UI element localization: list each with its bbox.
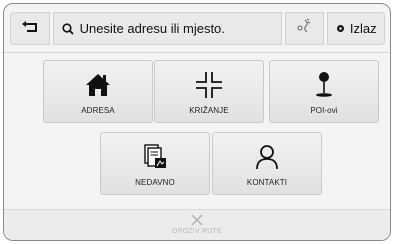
nedavno-label: NEDAVNO xyxy=(135,178,175,187)
cancel-route-button[interactable]: OPOZIV RUTE xyxy=(4,209,390,240)
house-icon xyxy=(85,70,111,100)
krizanje-button[interactable]: KRIŽANJE xyxy=(154,60,264,123)
back-button[interactable] xyxy=(10,12,50,45)
exit-label: Izlaz xyxy=(349,21,377,36)
kontakti-button[interactable]: KONTAKTI xyxy=(212,132,322,195)
search-placeholder: Unesite adresu ili mjesto. xyxy=(79,21,225,36)
return-arrow-icon xyxy=(21,20,39,38)
poi-label: POI-ovi xyxy=(310,106,338,115)
adresa-button[interactable]: ADRESA xyxy=(43,60,153,123)
poi-pin-icon xyxy=(314,70,334,100)
contact-person-icon xyxy=(255,142,279,172)
voice-button[interactable] xyxy=(284,12,325,45)
close-icon xyxy=(191,214,203,226)
navigation-destination-screen: Unesite adresu ili mjesto. Izlaz ADRESA … xyxy=(3,3,391,241)
exit-dot-icon xyxy=(336,24,345,33)
intersection-icon xyxy=(195,70,223,100)
voice-route-icon xyxy=(296,18,314,39)
poi-button[interactable]: POI-ovi xyxy=(269,60,379,123)
exit-button[interactable]: Izlaz xyxy=(327,12,385,45)
krizanje-label: KRIŽANJE xyxy=(189,106,229,115)
header-divider xyxy=(4,52,390,53)
cancel-route-label: OPOZIV RUTE xyxy=(172,228,222,235)
kontakti-label: KONTAKTI xyxy=(246,178,288,187)
top-bar: Unesite adresu ili mjesto. Izlaz xyxy=(10,12,385,45)
adresa-label: ADRESA xyxy=(81,106,115,115)
search-icon xyxy=(62,22,74,35)
nedavno-button[interactable]: NEDAVNO xyxy=(100,132,210,195)
search-input[interactable]: Unesite adresu ili mjesto. xyxy=(52,12,282,45)
recent-destinations-icon xyxy=(142,142,168,172)
